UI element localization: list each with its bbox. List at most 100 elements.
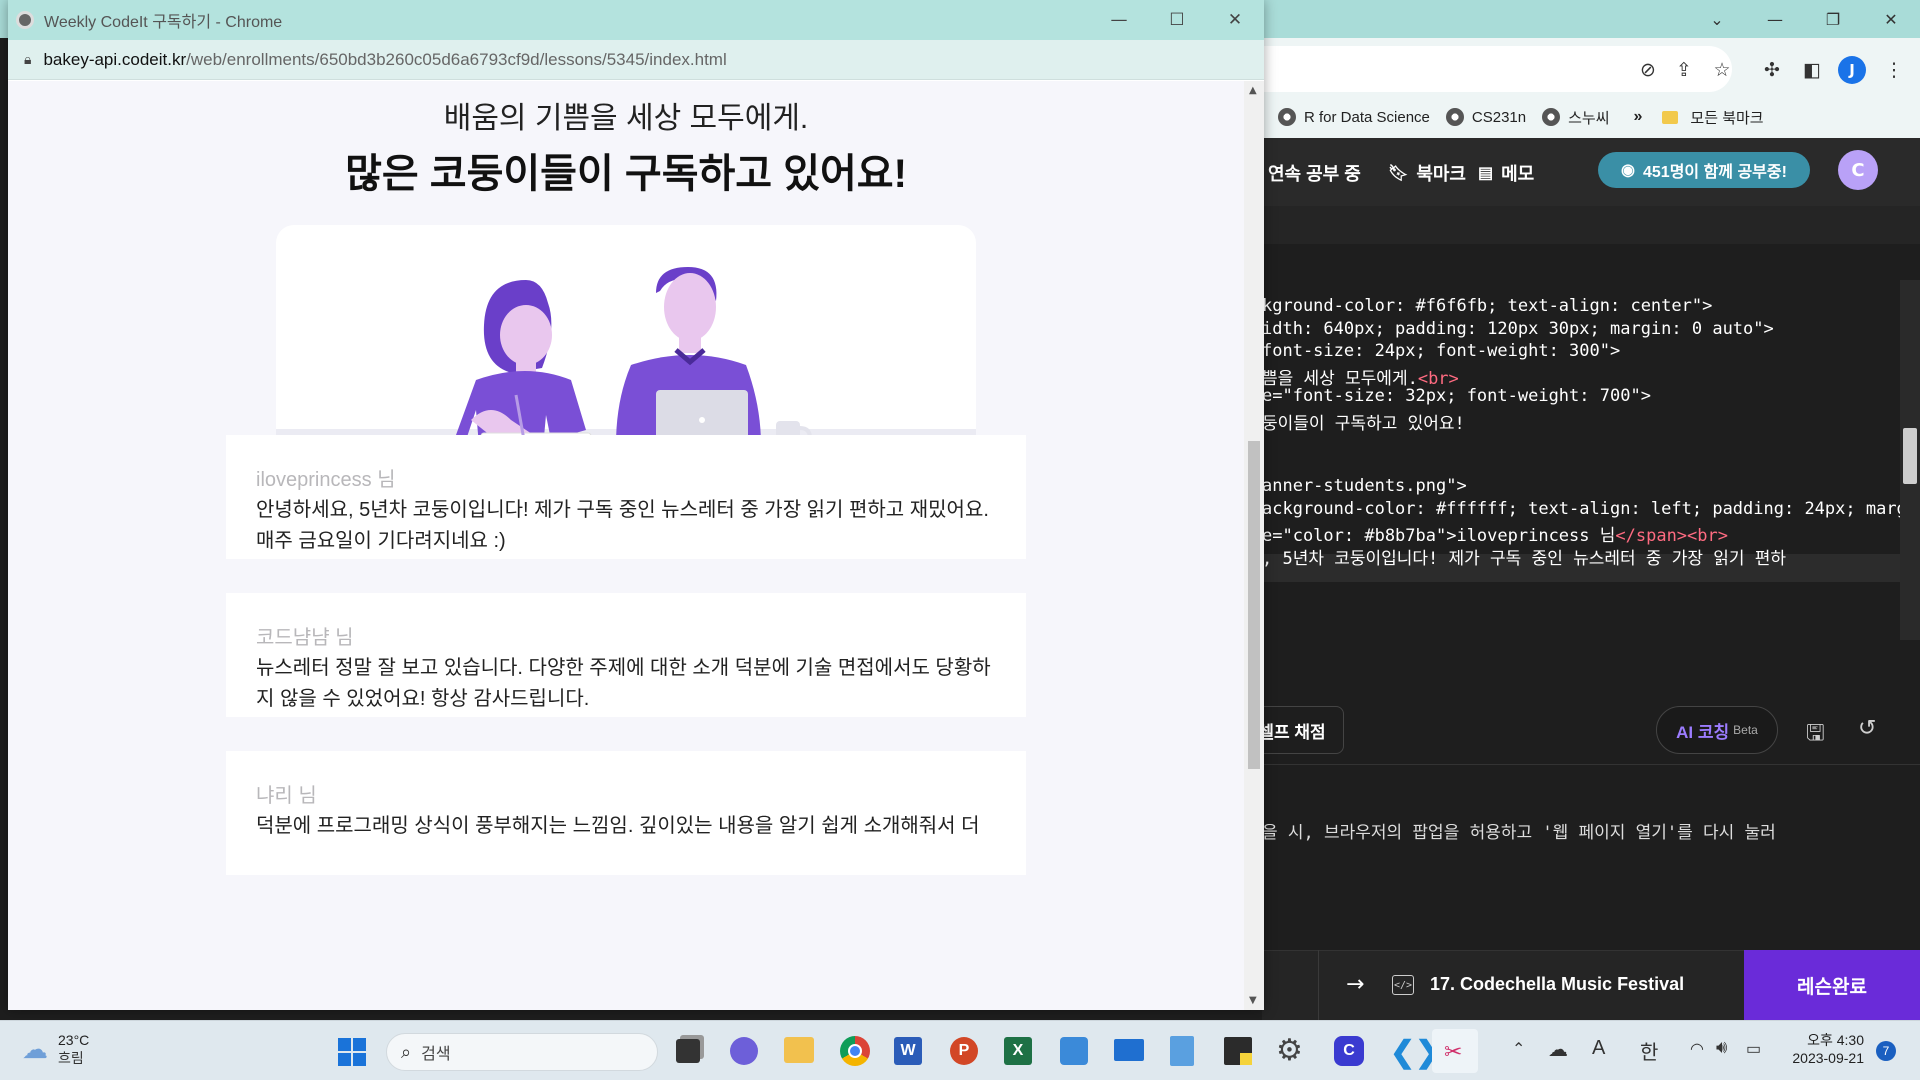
memo-icon: ▤: [1478, 165, 1494, 182]
onedrive-icon[interactable]: ☁: [1548, 1037, 1568, 1062]
settings-icon[interactable]: ⚙: [1276, 1033, 1303, 1068]
file-explorer-icon[interactable]: [784, 1037, 814, 1063]
bookmark-item[interactable]: CS231n: [1445, 108, 1526, 126]
maximize-button[interactable]: ☐: [1148, 0, 1206, 40]
bookmark-item[interactable]: 스누씨: [1542, 107, 1610, 128]
code-line: 둥이들이 구독하고 있어요!: [1262, 414, 1465, 434]
bookmarks-bar: R for Data Science CS231n 스누씨 » 모든 북마크: [1262, 98, 1920, 136]
arrow-right-icon[interactable]: →: [1346, 972, 1364, 997]
volume-icon[interactable]: 🔊︎: [1716, 1037, 1727, 1058]
background-window-controls: ⌄ — ❐ ✕: [1688, 0, 1920, 38]
save-icon[interactable]: 🖫︎: [1806, 716, 1825, 754]
divider: [1262, 764, 1920, 765]
folder-icon: [1662, 110, 1679, 124]
extensions-icon[interactable]: ✣: [1758, 56, 1786, 84]
notification-badge[interactable]: 7: [1876, 1041, 1896, 1061]
page-scrollbar[interactable]: ▲ ▼: [1244, 81, 1264, 1010]
memo-nav-button[interactable]: ▤ 메모: [1478, 160, 1534, 186]
scroll-up-icon[interactable]: ▲: [1249, 85, 1257, 96]
restore-button[interactable]: ❐: [1804, 0, 1862, 38]
next-lesson-link[interactable]: 17. Codechella Music Festival: [1430, 974, 1684, 995]
scroll-down-icon[interactable]: ▼: [1249, 995, 1257, 1006]
mail-icon[interactable]: [1114, 1039, 1144, 1061]
bookmark-nav-button[interactable]: 🔖︎ 북마크: [1388, 160, 1466, 186]
editor-scrollbar[interactable]: [1900, 280, 1920, 640]
blocked-popup-icon[interactable]: ⊘: [1634, 56, 1662, 84]
snipping-tool-icon[interactable]: ✂: [1432, 1029, 1478, 1073]
globe-icon: [1542, 108, 1561, 126]
review-card: 코드냠냠 님 뉴스레터 정말 잘 보고 있습니다. 다양한 주제에 대한 소개 …: [226, 593, 1026, 717]
editor-header: [1262, 206, 1920, 244]
all-bookmarks-folder[interactable]: 모든 북마크: [1662, 107, 1764, 128]
clock[interactable]: 오후 4:30 2023-09-21: [1784, 1031, 1864, 1067]
cloud-icon: ☁: [22, 1033, 48, 1064]
star-icon[interactable]: ☆: [1708, 56, 1736, 84]
streak-label[interactable]: 연속 공부 중: [1268, 160, 1361, 186]
taskbar-search[interactable]: ⌕ 검색: [386, 1033, 658, 1071]
wifi-icon[interactable]: ◠: [1690, 1039, 1704, 1059]
ime-mode-han[interactable]: 한: [1640, 1036, 1658, 1065]
profile-avatar[interactable]: J: [1838, 56, 1866, 84]
code-line: e="font-size: 32px; font-weight: 700">: [1262, 386, 1651, 406]
chrome-favicon-icon: [16, 11, 34, 29]
search-icon: ⌕: [401, 1041, 412, 1062]
globe-icon: [1445, 108, 1464, 126]
code-file-icon: </>: [1392, 975, 1414, 995]
popup-titlebar: Weekly CodeIt 구독하기 - Chrome — ☐ ✕: [8, 0, 1264, 40]
history-icon[interactable]: ↺: [1858, 716, 1876, 741]
review-card: 냐리 님 덕분에 프로그래밍 상식이 풍부해지는 느낌임. 깊이있는 내용을 알…: [226, 751, 1026, 875]
tab-search-icon[interactable]: ⌄: [1688, 0, 1746, 38]
notepad-icon[interactable]: [1170, 1036, 1194, 1066]
code-line: ackground-color: #ffffff; text-align: le…: [1262, 499, 1907, 519]
popup-title: Weekly CodeIt 구독하기 - Chrome: [44, 14, 283, 31]
minimize-button[interactable]: —: [1090, 0, 1148, 40]
notes-app-icon[interactable]: [1060, 1037, 1088, 1065]
tray-chevron-icon[interactable]: ⌃: [1512, 1039, 1525, 1059]
reviewer-name: 냐리 님: [256, 785, 317, 807]
teams-chat-icon[interactable]: [730, 1037, 758, 1065]
code-editor[interactable]: [1262, 206, 1920, 706]
bookmark-item[interactable]: R for Data Science: [1278, 108, 1430, 126]
share-icon[interactable]: ⇪: [1670, 56, 1698, 84]
lesson-top-nav: 연속 공부 중 🔖︎ 북마크 ▤ 메모: [1262, 138, 1920, 206]
minimize-button[interactable]: —: [1746, 0, 1804, 38]
bookmark-icon: 🔖︎: [1388, 165, 1409, 182]
sticky-notes-icon[interactable]: [1224, 1037, 1252, 1065]
menu-icon[interactable]: ⋮: [1880, 56, 1908, 84]
editor-scroll-thumb[interactable]: [1903, 428, 1917, 484]
code-line: , 5년차 코둥이입니다! 제가 구독 중인 뉴스레터 중 가장 읽기 편하: [1262, 549, 1787, 569]
bookmarks-overflow-button[interactable]: »: [1634, 108, 1643, 126]
study-together-button[interactable]: ◉ 451명이 함께 공부중!: [1598, 152, 1810, 188]
side-panel-icon[interactable]: ◧: [1798, 56, 1826, 84]
popup-address-bar[interactable]: 🔒︎ bakey-api.codeit.kr/web/enrollments/6…: [8, 40, 1264, 80]
battery-icon[interactable]: ▭: [1746, 1039, 1761, 1059]
user-avatar[interactable]: C: [1838, 150, 1878, 190]
page-subtitle: 배움의 기쁨을 세상 모두에게.: [443, 102, 809, 135]
ime-mode-a[interactable]: A: [1592, 1037, 1605, 1060]
weather-widget[interactable]: ☁ 23°C 흐림: [22, 1031, 89, 1067]
powerpoint-icon[interactable]: P: [950, 1037, 978, 1065]
excel-icon[interactable]: X: [1004, 1037, 1032, 1065]
page-scroll-thumb[interactable]: [1248, 441, 1260, 769]
code-line: kground-color: #f6f6fb; text-align: cent…: [1262, 296, 1713, 316]
review-text: 뉴스레터 정말 잘 보고 있습니다. 다양한 주제에 대한 소개 덕분에 기술 …: [256, 657, 991, 710]
lesson-complete-button[interactable]: 레슨완료: [1744, 950, 1920, 1020]
copilot-icon[interactable]: C: [1334, 1036, 1364, 1066]
taskview-icon[interactable]: [676, 1039, 700, 1063]
word-icon[interactable]: W: [894, 1037, 922, 1065]
ai-coaching-button[interactable]: AI 코칭 Beta: [1656, 706, 1778, 754]
close-button[interactable]: ✕: [1862, 0, 1920, 38]
clock-time: 오후 4:30: [1807, 1032, 1864, 1048]
chrome-icon[interactable]: [840, 1036, 870, 1066]
page-title: 많은 코둥이들이 구독하고 있어요!: [345, 152, 907, 196]
review-text: 덕분에 프로그래밍 상식이 풍부해지는 느낌임. 깊이있는 내용을 알기 쉽게 …: [256, 815, 980, 837]
lock-icon[interactable]: 🔒︎: [24, 52, 31, 68]
divider: [1318, 950, 1319, 1020]
code-line: font-size: 24px; font-weight: 300">: [1262, 341, 1621, 361]
eye-icon: ◉: [1621, 162, 1635, 179]
start-button[interactable]: [338, 1038, 366, 1066]
review-card: iloveprincess 님 안녕하세요, 5년차 코둥이입니다! 제가 구독…: [226, 435, 1026, 559]
close-button[interactable]: ✕: [1206, 0, 1264, 40]
code-line: anner-students.png">: [1262, 476, 1467, 496]
console-message: 을 시, 브라우저의 팝업을 허용하고 '웹 페이지 열기'를 다시 눌러: [1262, 823, 1776, 843]
